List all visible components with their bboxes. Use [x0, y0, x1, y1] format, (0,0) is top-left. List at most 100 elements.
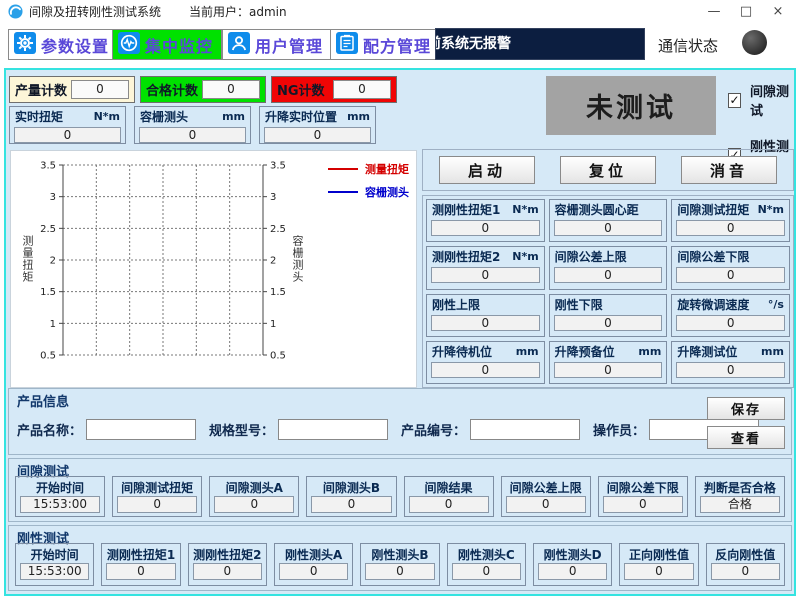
parameter-unit: °/s	[768, 298, 784, 311]
result-label: 正向刚性值	[620, 544, 697, 562]
counter-value: 0	[71, 80, 129, 99]
product-field-label: 规格型号：	[209, 420, 274, 439]
result-field: 测刚性扭矩2 0	[188, 543, 267, 586]
parameter-unit: mm	[516, 345, 539, 358]
parameter-unit: N*m	[512, 203, 538, 216]
svg-text:0.5: 0.5	[40, 351, 56, 362]
field-unit: mm	[347, 110, 370, 123]
reset-button[interactable]: 复位	[560, 156, 656, 184]
result-field: 间隙测头A 0	[209, 476, 299, 517]
checkbox[interactable]: ✓	[728, 93, 741, 108]
result-label: 测刚性扭矩1	[102, 544, 179, 562]
parameter-value-box[interactable]: 0	[431, 315, 540, 331]
user-icon	[228, 32, 250, 57]
parameter-value-box[interactable]: 0	[431, 362, 540, 378]
checkbox-label: 间隙测试	[750, 81, 794, 119]
result-field: 判断是否合格 合格	[695, 476, 785, 517]
gap-test-section: 间隙测试 开始时间 15:53:00 间隙测试扭矩 0 间隙测头A 0	[8, 458, 792, 522]
field-label: 升降实时位置	[265, 108, 337, 125]
toolbar-button-label: 配方管理	[363, 33, 431, 57]
result-value: 0	[106, 563, 175, 580]
monitor-icon	[118, 32, 140, 57]
parameter-value-box[interactable]: 0	[431, 220, 540, 236]
close-button[interactable]: ×	[762, 4, 794, 19]
result-value: 15:53:00	[20, 563, 89, 580]
svg-text:2.5: 2.5	[270, 224, 286, 235]
result-value: 0	[624, 563, 693, 580]
product-field: 规格型号：	[209, 419, 388, 440]
production-counter: 产量计数 0	[9, 76, 135, 103]
torque-probe-chart: 0.50.5111.51.5222.52.5333.53.5 测量扭矩 容栅测头…	[10, 150, 417, 388]
legend-item: 测量扭矩	[328, 161, 409, 177]
svg-text:3.5: 3.5	[270, 161, 286, 172]
result-value: 0	[603, 496, 683, 513]
toolbar-button-label: 参数设置	[41, 33, 109, 57]
counter-label: 合格计数	[146, 80, 198, 99]
parameter-value-box[interactable]: 0	[554, 362, 663, 378]
title-bar: 间隙及扭转刚性测试系统 当前用户：admin — □ ×	[0, 0, 800, 22]
parameter-label: 容栅测头圆心距	[555, 201, 639, 218]
test-state-display: 未测试	[546, 76, 716, 135]
svg-text:3: 3	[50, 192, 56, 203]
toolbar-button-parameter-settings[interactable]: 参数设置	[8, 29, 118, 60]
result-label: 间隙公差下限	[599, 477, 687, 495]
toolbar-button-label: 用户管理	[255, 33, 323, 57]
result-value: 0	[506, 496, 586, 513]
result-field: 间隙测头B 0	[306, 476, 396, 517]
recipe-icon	[336, 32, 358, 57]
toolbar-button-user-management[interactable]: 用户管理	[222, 29, 332, 60]
start-button[interactable]: 启动	[439, 156, 535, 184]
save-button[interactable]: 保存	[707, 397, 785, 420]
result-field: 正向刚性值 0	[619, 543, 698, 586]
product-field-input[interactable]	[86, 419, 196, 440]
minimize-button[interactable]: —	[698, 4, 730, 19]
mute-button[interactable]: 消音	[681, 156, 777, 184]
parameter-value-box[interactable]: 0	[554, 220, 663, 236]
parameter-field: 容栅测头圆心距 0	[549, 199, 668, 242]
result-label: 间隙公差上限	[502, 477, 590, 495]
result-field: 反向刚性值 0	[706, 543, 785, 586]
parameter-field: 旋转微调速度°/s 0	[671, 294, 790, 337]
field-value: 0	[264, 127, 371, 143]
result-field: 间隙结果 0	[404, 476, 494, 517]
section-title: 产品信息	[17, 391, 69, 410]
result-field: 刚性测头A 0	[274, 543, 353, 586]
parameter-value-box[interactable]: 0	[676, 362, 785, 378]
svg-text:3.5: 3.5	[40, 161, 56, 172]
comm-status-label: 通信状态	[658, 35, 718, 56]
result-field: 间隙测试扭矩 0	[112, 476, 202, 517]
product-field-input[interactable]	[278, 419, 388, 440]
result-label: 间隙测头A	[210, 477, 298, 495]
product-field-label: 操作员：	[593, 420, 645, 439]
product-field-input[interactable]	[470, 419, 580, 440]
view-button[interactable]: 查看	[707, 426, 785, 449]
toolbar-button-recipe-management[interactable]: 配方管理	[330, 29, 440, 60]
counter-label: NG计数	[277, 80, 325, 99]
parameter-value-box[interactable]: 0	[676, 315, 785, 331]
ng-counter: NG计数 0	[271, 76, 397, 103]
result-value: 0	[365, 563, 434, 580]
parameter-field: 间隙公差上限 0	[549, 246, 668, 289]
product-field: 产品编号：	[401, 419, 580, 440]
parameter-value-box[interactable]: 0	[676, 220, 785, 236]
result-field: 刚性测头B 0	[360, 543, 439, 586]
parameter-value-box[interactable]: 0	[431, 267, 540, 283]
svg-text:1: 1	[270, 319, 276, 330]
parameter-field: 间隙公差下限 0	[671, 246, 790, 289]
result-value: 0	[117, 496, 197, 513]
parameter-value-box[interactable]: 0	[676, 267, 785, 283]
parameter-value-box[interactable]: 0	[554, 315, 663, 331]
toolbar-button-central-monitoring[interactable]: 集中监控	[112, 29, 222, 60]
legend-label: 容栅测头	[365, 184, 409, 200]
legend-line-swatch	[328, 191, 358, 193]
result-value: 0	[538, 563, 607, 580]
counter-value: 0	[333, 80, 391, 99]
parameter-label: 升降待机位	[432, 343, 492, 360]
parameter-value-box[interactable]: 0	[554, 267, 663, 283]
result-value: 15:53:00	[20, 496, 100, 513]
result-label: 间隙测试扭矩	[113, 477, 201, 495]
result-value: 0	[311, 496, 391, 513]
parameter-label: 刚性上限	[432, 296, 480, 313]
maximize-button[interactable]: □	[730, 4, 762, 19]
chart-ylabel-right: 容栅测头	[289, 235, 305, 283]
